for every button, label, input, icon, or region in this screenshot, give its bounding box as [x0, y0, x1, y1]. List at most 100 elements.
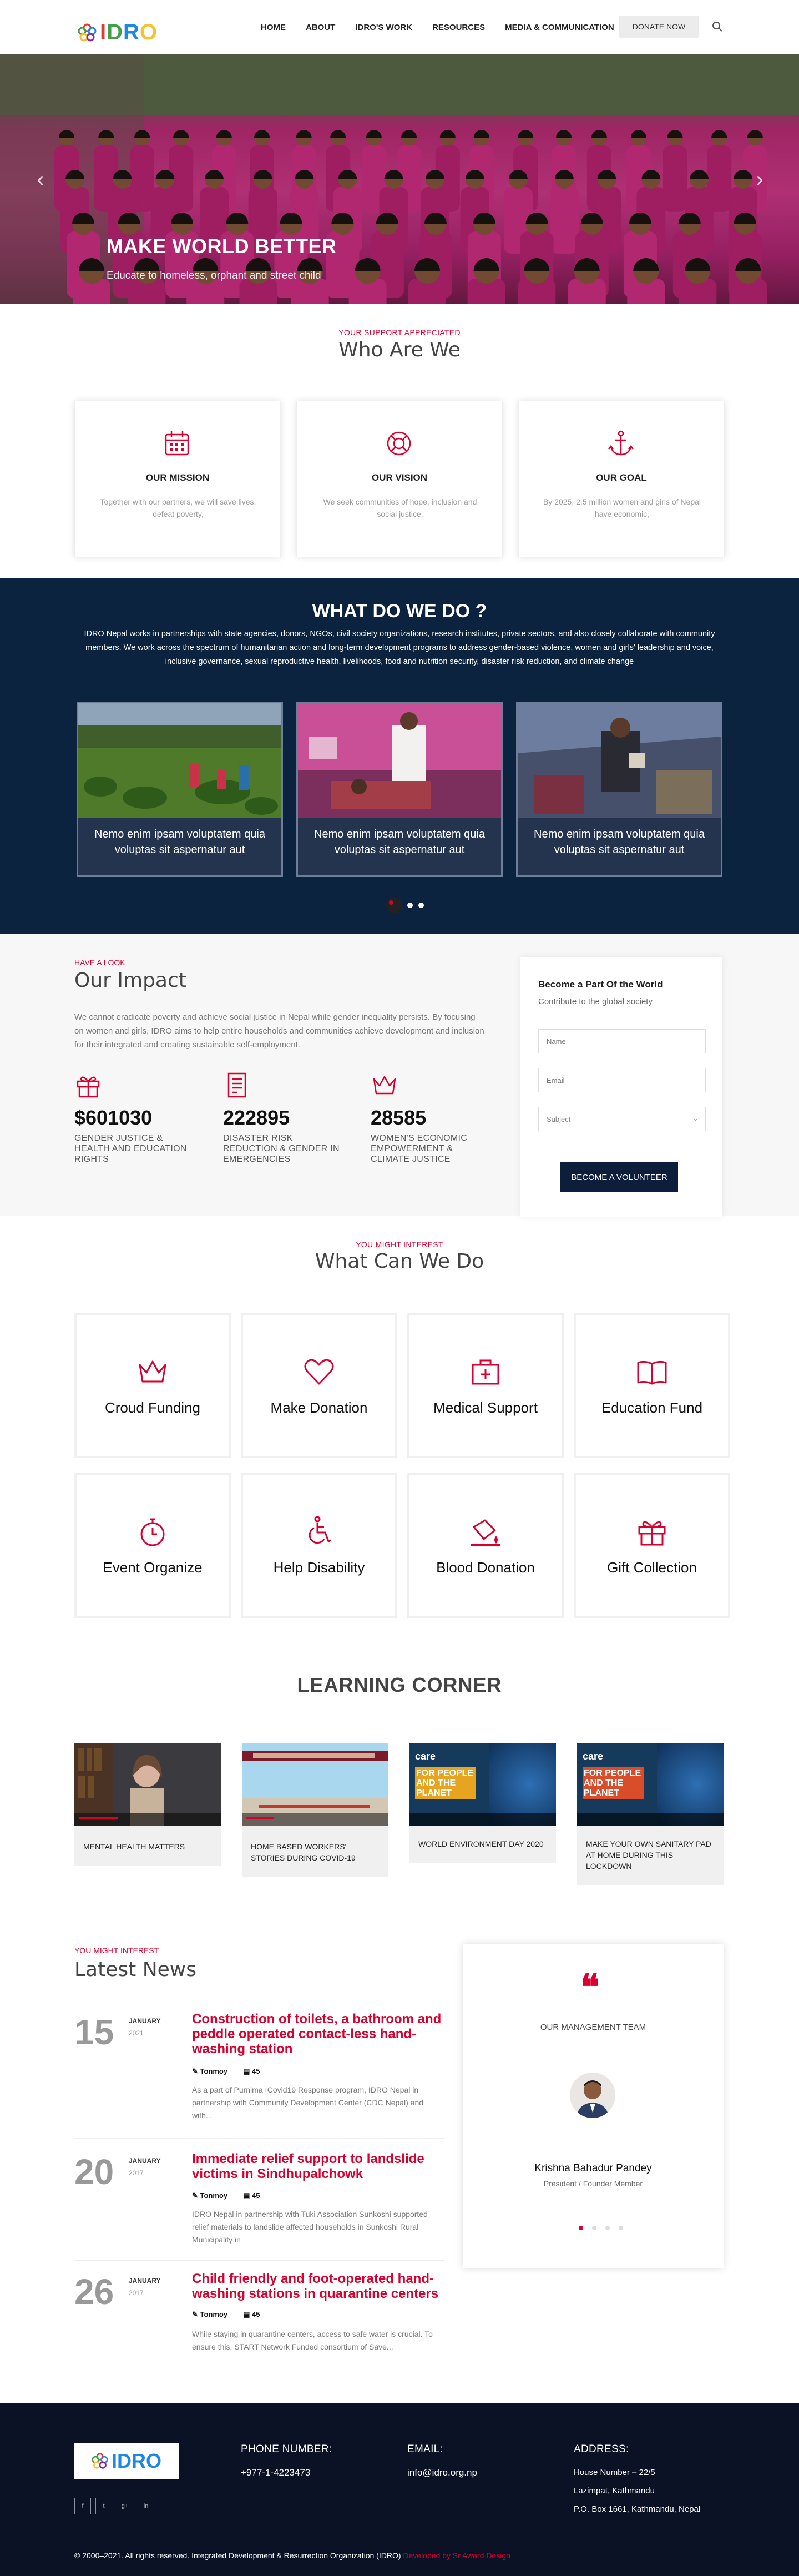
subject-select-value: Subject	[547, 1115, 571, 1123]
team-label: OUR MANAGEMENT TEAM	[540, 2023, 646, 2032]
what-card[interactable]: Nemo enim ipsam voluptatem quia voluptas…	[296, 702, 503, 877]
impact-stat-label: DISASTER RISK REDUCTION & GENDER IN EMER…	[223, 1133, 340, 1164]
google-plus-icon[interactable]: g+	[117, 2498, 133, 2514]
carousel-dot-active[interactable]	[386, 898, 402, 913]
nav-resources[interactable]: RESOURCES	[432, 23, 485, 32]
video-caption: MAKE YOUR OWN SANITARY PAD AT HOME DURIN…	[586, 1839, 711, 1871]
impact-stat-value: 28585	[371, 1106, 427, 1129]
video-card[interactable]: HOME BASED WORKERS' STORIES DURING COVID…	[242, 1743, 388, 1877]
news-excerpt: As a part of Purnima+Covid19 Response pr…	[192, 2085, 424, 2120]
video-thumbnail[interactable]: care FOR PEOPLE AND THE PLANET	[409, 1743, 556, 1826]
donate-now-button[interactable]: DONATE NOW	[619, 16, 699, 38]
name-input[interactable]	[538, 1029, 706, 1053]
impact-stat-label: WOMEN'S ECONOMIC EMPOWERMENT & CLIMATE J…	[371, 1133, 468, 1164]
farm-photo	[78, 703, 281, 818]
service-card[interactable]: Education Fund	[574, 1313, 730, 1458]
video-card[interactable]: care FOR PEOPLE AND THE PLANET MAKE YOUR…	[577, 1743, 724, 1885]
video-thumbnail[interactable]: care FOR PEOPLE AND THE PLANET	[577, 1743, 724, 1826]
calendar-icon	[165, 431, 189, 456]
wheelchair-icon	[309, 1516, 331, 1544]
carousel-dot[interactable]	[619, 2226, 623, 2230]
linkedin-icon[interactable]: in	[138, 2498, 154, 2514]
phone-value[interactable]: +977-1-4223473	[241, 2463, 332, 2482]
hero-overlay	[0, 54, 799, 304]
carousel-dot[interactable]	[605, 2226, 610, 2230]
carousel-dot[interactable]	[592, 2226, 596, 2230]
crown-icon	[139, 1360, 166, 1383]
site-logo[interactable]: IDRO	[78, 20, 158, 45]
impact-text: We cannot eradicate poverty and achieve …	[74, 1012, 484, 1050]
goal-card[interactable]: OUR GOAL By 2025, 2.5 million women and …	[518, 401, 725, 557]
nav-about[interactable]: ABOUT	[306, 23, 335, 32]
video-card[interactable]: care FOR PEOPLE AND THE PLANET WORLD ENV…	[409, 1743, 556, 1863]
developer-credit[interactable]: Developed by Sr Award Design	[403, 2551, 510, 2560]
news-meta: ✎ Tonmoy ▤ 45	[192, 2310, 260, 2319]
search-icon[interactable]	[712, 21, 723, 32]
mission-card[interactable]: OUR MISSION Together with our partners, …	[74, 401, 281, 557]
service-label: Blood Donation	[436, 1559, 535, 1576]
carousel-dot[interactable]	[418, 903, 424, 908]
service-card[interactable]: Blood Donation	[407, 1473, 564, 1618]
lifebuoy-icon	[387, 431, 411, 456]
news-headline[interactable]: Child friendly and foot-operated hand-wa…	[192, 2271, 443, 2301]
what-card[interactable]: Nemo enim ipsam voluptatem quia voluptas…	[77, 702, 283, 877]
copyright: © 2000–2021. All rights reserved. Integr…	[74, 2551, 510, 2560]
subject-select[interactable]: Subject ⌄	[538, 1107, 706, 1131]
nav-idros-work[interactable]: IDRO'S WORK	[355, 23, 412, 32]
news-count: 45	[252, 2067, 260, 2075]
volunteer-form-subtitle: Contribute to the global society	[538, 997, 653, 1006]
book-icon	[637, 1360, 667, 1385]
service-card[interactable]: Croud Funding	[74, 1313, 231, 1458]
facebook-icon[interactable]: f	[74, 2498, 91, 2514]
team-member-name: Krishna Bahadur Pandey	[534, 2162, 652, 2174]
vision-card[interactable]: OUR VISION We seek communities of hope, …	[296, 401, 503, 557]
service-card[interactable]: Help Disability	[241, 1473, 397, 1618]
news-divider	[74, 2260, 444, 2261]
email-value[interactable]: info@idro.org.np	[407, 2463, 477, 2482]
news-day: 26	[74, 2272, 114, 2312]
become-volunteer-button[interactable]: BECOME A VOLUNTEER	[560, 1162, 678, 1192]
impact-title: Our Impact	[74, 969, 186, 992]
care-brand: care	[415, 1751, 436, 1762]
what-card[interactable]: Nemo enim ipsam voluptatem quia voluptas…	[516, 702, 722, 877]
news-headline[interactable]: Construction of toilets, a bathroom and …	[192, 2012, 443, 2056]
volunteer-form-title: Become a Part Of the World	[538, 979, 663, 990]
clinic-photo	[298, 703, 501, 818]
news-headline[interactable]: Immediate relief support to landslide vi…	[192, 2151, 443, 2181]
service-label: Gift Collection	[607, 1559, 697, 1576]
video-thumbnail[interactable]	[74, 1743, 221, 1826]
poster-slogan: FOR PEOPLE AND THE PLANET	[415, 1767, 476, 1799]
service-card[interactable]: Make Donation	[241, 1313, 397, 1458]
twitter-icon[interactable]: t	[95, 2498, 112, 2514]
email-input[interactable]	[538, 1068, 706, 1092]
service-card[interactable]: Event Organize	[74, 1473, 231, 1618]
impact-stat-value: 222895	[223, 1106, 290, 1129]
author-info: ✎ Tonmoy	[192, 2067, 228, 2075]
impact-stat: 28585 WOMEN'S ECONOMIC EMPOWERMENT & CLI…	[371, 1071, 493, 1165]
site-header: IDRO HOME ABOUT IDRO'S WORK RESOURCES ME…	[0, 0, 799, 54]
hero-prev-arrow[interactable]: ‹	[32, 168, 49, 190]
impact-stat-value: $601030	[74, 1106, 153, 1129]
crown-icon	[373, 1076, 396, 1095]
news-kicker: YOU MIGHT INTEREST	[74, 1946, 159, 1955]
carousel-dot-active[interactable]	[579, 2226, 583, 2230]
nav-home[interactable]: HOME	[261, 23, 286, 32]
goal-text: By 2025, 2.5 million women and girls of …	[543, 497, 701, 518]
video-card[interactable]: MENTAL HEALTH MATTERS	[74, 1743, 221, 1866]
address-line: House Number – 22/5	[574, 2468, 655, 2477]
address-label: ADDRESS:	[574, 2443, 629, 2455]
news-month: JANUARY	[129, 2017, 161, 2025]
service-card[interactable]: Medical Support	[407, 1313, 564, 1458]
footer-logo[interactable]: IDRO	[74, 2443, 179, 2479]
hero-next-arrow[interactable]: ›	[751, 168, 768, 190]
address-line: P.O. Box 1661, Kathmandu, Nepal	[574, 2504, 701, 2514]
nav-media[interactable]: MEDIA & COMMUNICATION	[505, 23, 614, 32]
services-kicker: YOU MIGHT INTEREST	[356, 1240, 443, 1249]
management-team-card: ❝ OUR MANAGEMENT TEAM Krishna Bahadur Pa…	[463, 1944, 724, 2268]
news-count: 45	[252, 2191, 260, 2200]
service-card[interactable]: Gift Collection	[574, 1473, 730, 1618]
news-year: 2017	[129, 2169, 144, 2177]
news-item: 26 JANUARY 2017 Child friendly and foot-…	[74, 2271, 444, 2377]
video-thumbnail[interactable]	[242, 1743, 388, 1826]
carousel-dot[interactable]	[407, 903, 413, 908]
